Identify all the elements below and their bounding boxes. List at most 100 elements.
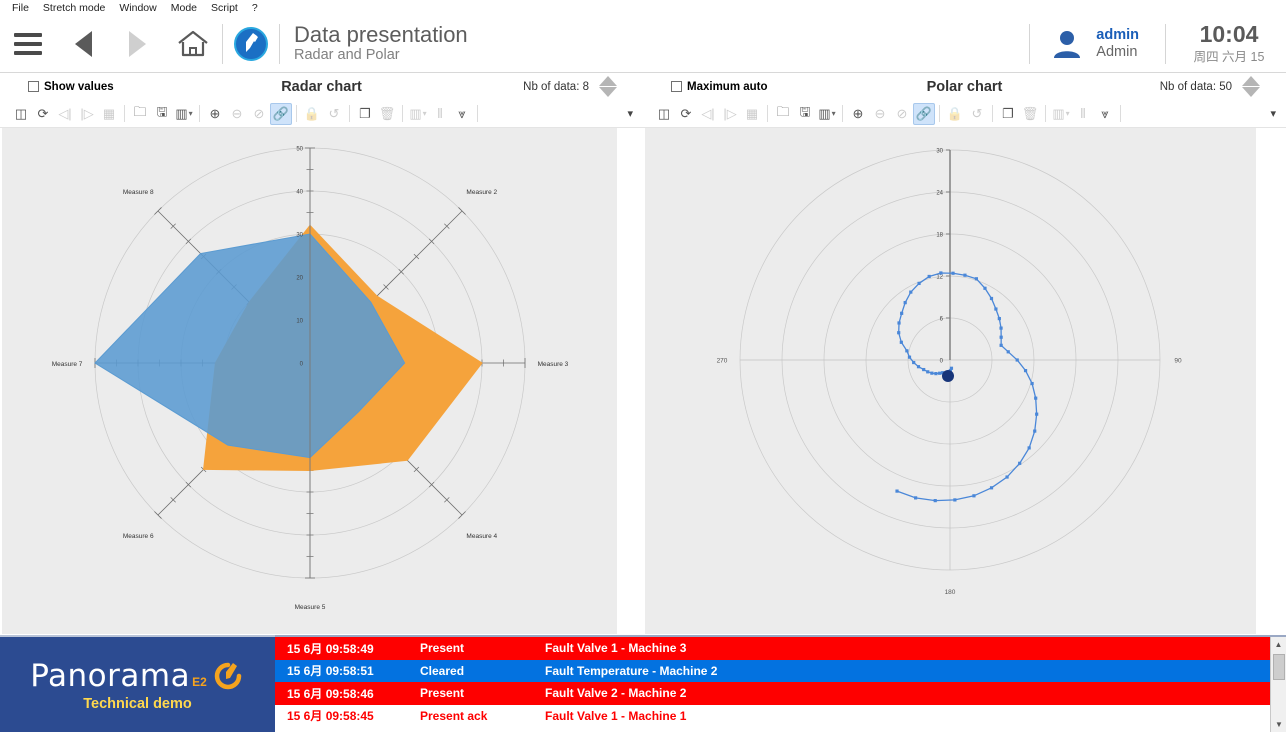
polar-open-folder-icon[interactable]: 🗀 [772,103,794,125]
radar-columns-icon: ▥▾ [407,103,429,125]
menu-item-file[interactable]: File [5,2,36,14]
spinner-up-icon[interactable] [1242,76,1260,86]
alarm-list[interactable]: 15 6月 09:58:49PresentFault Valve 1 - Mac… [275,635,1286,732]
radar-chart-area[interactable]: Measure 1Measure 2Measure 3Measure 4Meas… [2,128,617,634]
polar-tick-label: 12 [936,275,943,281]
toolbar-separator [842,105,843,122]
radar-copy-icon[interactable]: ❐ [354,103,376,125]
polar-clear-filter-icon[interactable]: ⩔ [1094,103,1116,125]
page-title: Data presentation [294,23,468,47]
menu-item-[interactable]: ? [245,2,265,14]
polar-link-icon[interactable]: 🔗 [913,103,935,125]
menu-item-mode[interactable]: Mode [164,2,204,14]
footer-bar: Panorama E2 Technical demo 15 6月 09:58:4… [0,635,1286,732]
polar-toolbar-overflow-icon[interactable]: ▾ [1270,107,1280,120]
radar-table-view-icon[interactable]: ▥▾ [173,103,195,125]
alarm-state: Cleared [420,664,545,678]
radar-grid-settings-icon: ⦀ [429,103,451,125]
home-icon[interactable] [164,28,222,60]
radar-open-folder-icon[interactable]: 🗀 [129,103,151,125]
radar-link-icon[interactable]: 🔗 [270,103,292,125]
chevron-down-icon[interactable]: ▾ [832,109,836,118]
toolbar-separator [199,105,200,122]
alarm-row[interactable]: 15 6月 09:58:45Present ackFault Valve 1 -… [275,705,1286,728]
polar-copy-icon[interactable]: ❐ [997,103,1019,125]
polar-data-point [998,317,1001,320]
polar-origin-marker [942,370,954,382]
spinner-up-icon[interactable] [599,76,617,86]
polar-data-point [1018,462,1021,465]
polar-undo-icon: ↺ [966,103,988,125]
alarm-scrollbar[interactable]: ▲ ▼ [1270,637,1286,732]
polar-data-point [934,499,937,502]
polar-data-point [938,372,941,375]
toolbar-separator [767,105,768,122]
toolbar-separator [992,105,993,122]
radar-toolbar-overflow-icon[interactable]: ▾ [627,107,637,120]
chevron-down-icon[interactable]: ▾ [189,109,193,118]
polar-data-point [917,365,920,368]
polar-toolbar: ◫⟳◁||▷▦🗀🖫▥▾⊕⊖⊘🔗🔒↺❐🗑▥▾⦀⩔▾ [643,100,1286,128]
polar-chart-area[interactable]: 061218243090180270 [645,128,1256,634]
alarm-row[interactable]: 15 6月 09:58:49PresentFault Valve 1 - Mac… [275,637,1286,660]
polar-data-point [953,498,956,501]
radar-split-view-icon[interactable]: ◫ [10,103,32,125]
menu-item-window[interactable]: Window [112,2,163,14]
radar-category-label: Measure 6 [123,533,154,540]
alarm-state: Present ack [420,709,545,723]
chevron-down-icon[interactable]: ▾ [423,109,427,118]
radar-nb-spinner[interactable] [597,74,619,100]
polar-zoom-in-icon[interactable]: ⊕ [847,103,869,125]
radar-clear-filter-icon[interactable]: ⩔ [451,103,473,125]
scrollbar-thumb[interactable] [1273,654,1285,680]
polar-table-view-icon[interactable]: ▥▾ [816,103,838,125]
radar-save-icon[interactable]: 🖫 [151,103,173,125]
radar-tick-label: 10 [296,319,303,325]
polar-data-point [1007,350,1010,353]
polar-grid-settings-icon: ⦀ [1072,103,1094,125]
radar-zoom-in-icon[interactable]: ⊕ [204,103,226,125]
alarm-row[interactable]: 15 6月 09:58:46PresentFault Valve 2 - Mac… [275,682,1286,705]
maximum-auto-checkbox[interactable]: Maximum auto [671,81,768,93]
alarm-timestamp: 15 6月 09:58:51 [275,662,420,679]
polar-data-point [900,341,903,344]
polar-data-point [912,361,915,364]
spinner-down-icon[interactable] [599,87,617,97]
user-name: admin [1096,27,1139,44]
user-info[interactable]: admin Admin [1030,27,1165,61]
polar-zoom-out-icon: ⊖ [869,103,891,125]
scroll-down-icon[interactable]: ▼ [1271,717,1286,732]
radar-refresh-icon[interactable]: ⟳ [32,103,54,125]
polar-tick-label: 24 [936,191,943,197]
chevron-down-icon[interactable]: ▾ [1066,109,1070,118]
polar-split-view-icon[interactable]: ◫ [653,103,675,125]
maximum-auto-label: Maximum auto [687,81,768,93]
polar-tick-label: 30 [936,149,943,155]
menu-item-stretch-mode[interactable]: Stretch mode [36,2,112,14]
clock-time: 10:04 [1188,22,1270,46]
page-subtitle: Radar and Polar [294,47,468,64]
checkbox-box [28,81,39,92]
alarm-row[interactable]: 15 6月 09:58:51ClearedFault Temperature -… [275,660,1286,683]
polar-refresh-icon[interactable]: ⟳ [675,103,697,125]
menu-item-script[interactable]: Script [204,2,245,14]
radar-delete-icon: 🗑 [376,103,398,125]
alarm-message: Fault Valve 2 - Machine 2 [545,686,1286,700]
radar-next-icon: |▷ [76,103,98,125]
scroll-up-icon[interactable]: ▲ [1271,637,1286,652]
hamburger-menu-icon[interactable] [0,33,56,55]
panorama-logo-icon [223,26,279,62]
clock-date: 周四 六月 15 [1188,46,1270,65]
arrow-left-icon[interactable] [56,31,110,57]
polar-data-point [900,312,903,315]
alarm-timestamp: 15 6月 09:58:49 [275,640,420,657]
polar-save-icon[interactable]: 🖫 [794,103,816,125]
toolbar-separator [124,105,125,122]
radar-tick-label: 20 [296,276,303,282]
polar-tick-label: 0 [940,359,944,365]
radar-nb-of-data: Nb of data: 8 [523,81,597,93]
arrow-right-icon[interactable] [110,31,164,57]
polar-nb-spinner[interactable] [1240,74,1262,100]
show-values-checkbox[interactable]: Show values [28,81,114,93]
spinner-down-icon[interactable] [1242,87,1260,97]
